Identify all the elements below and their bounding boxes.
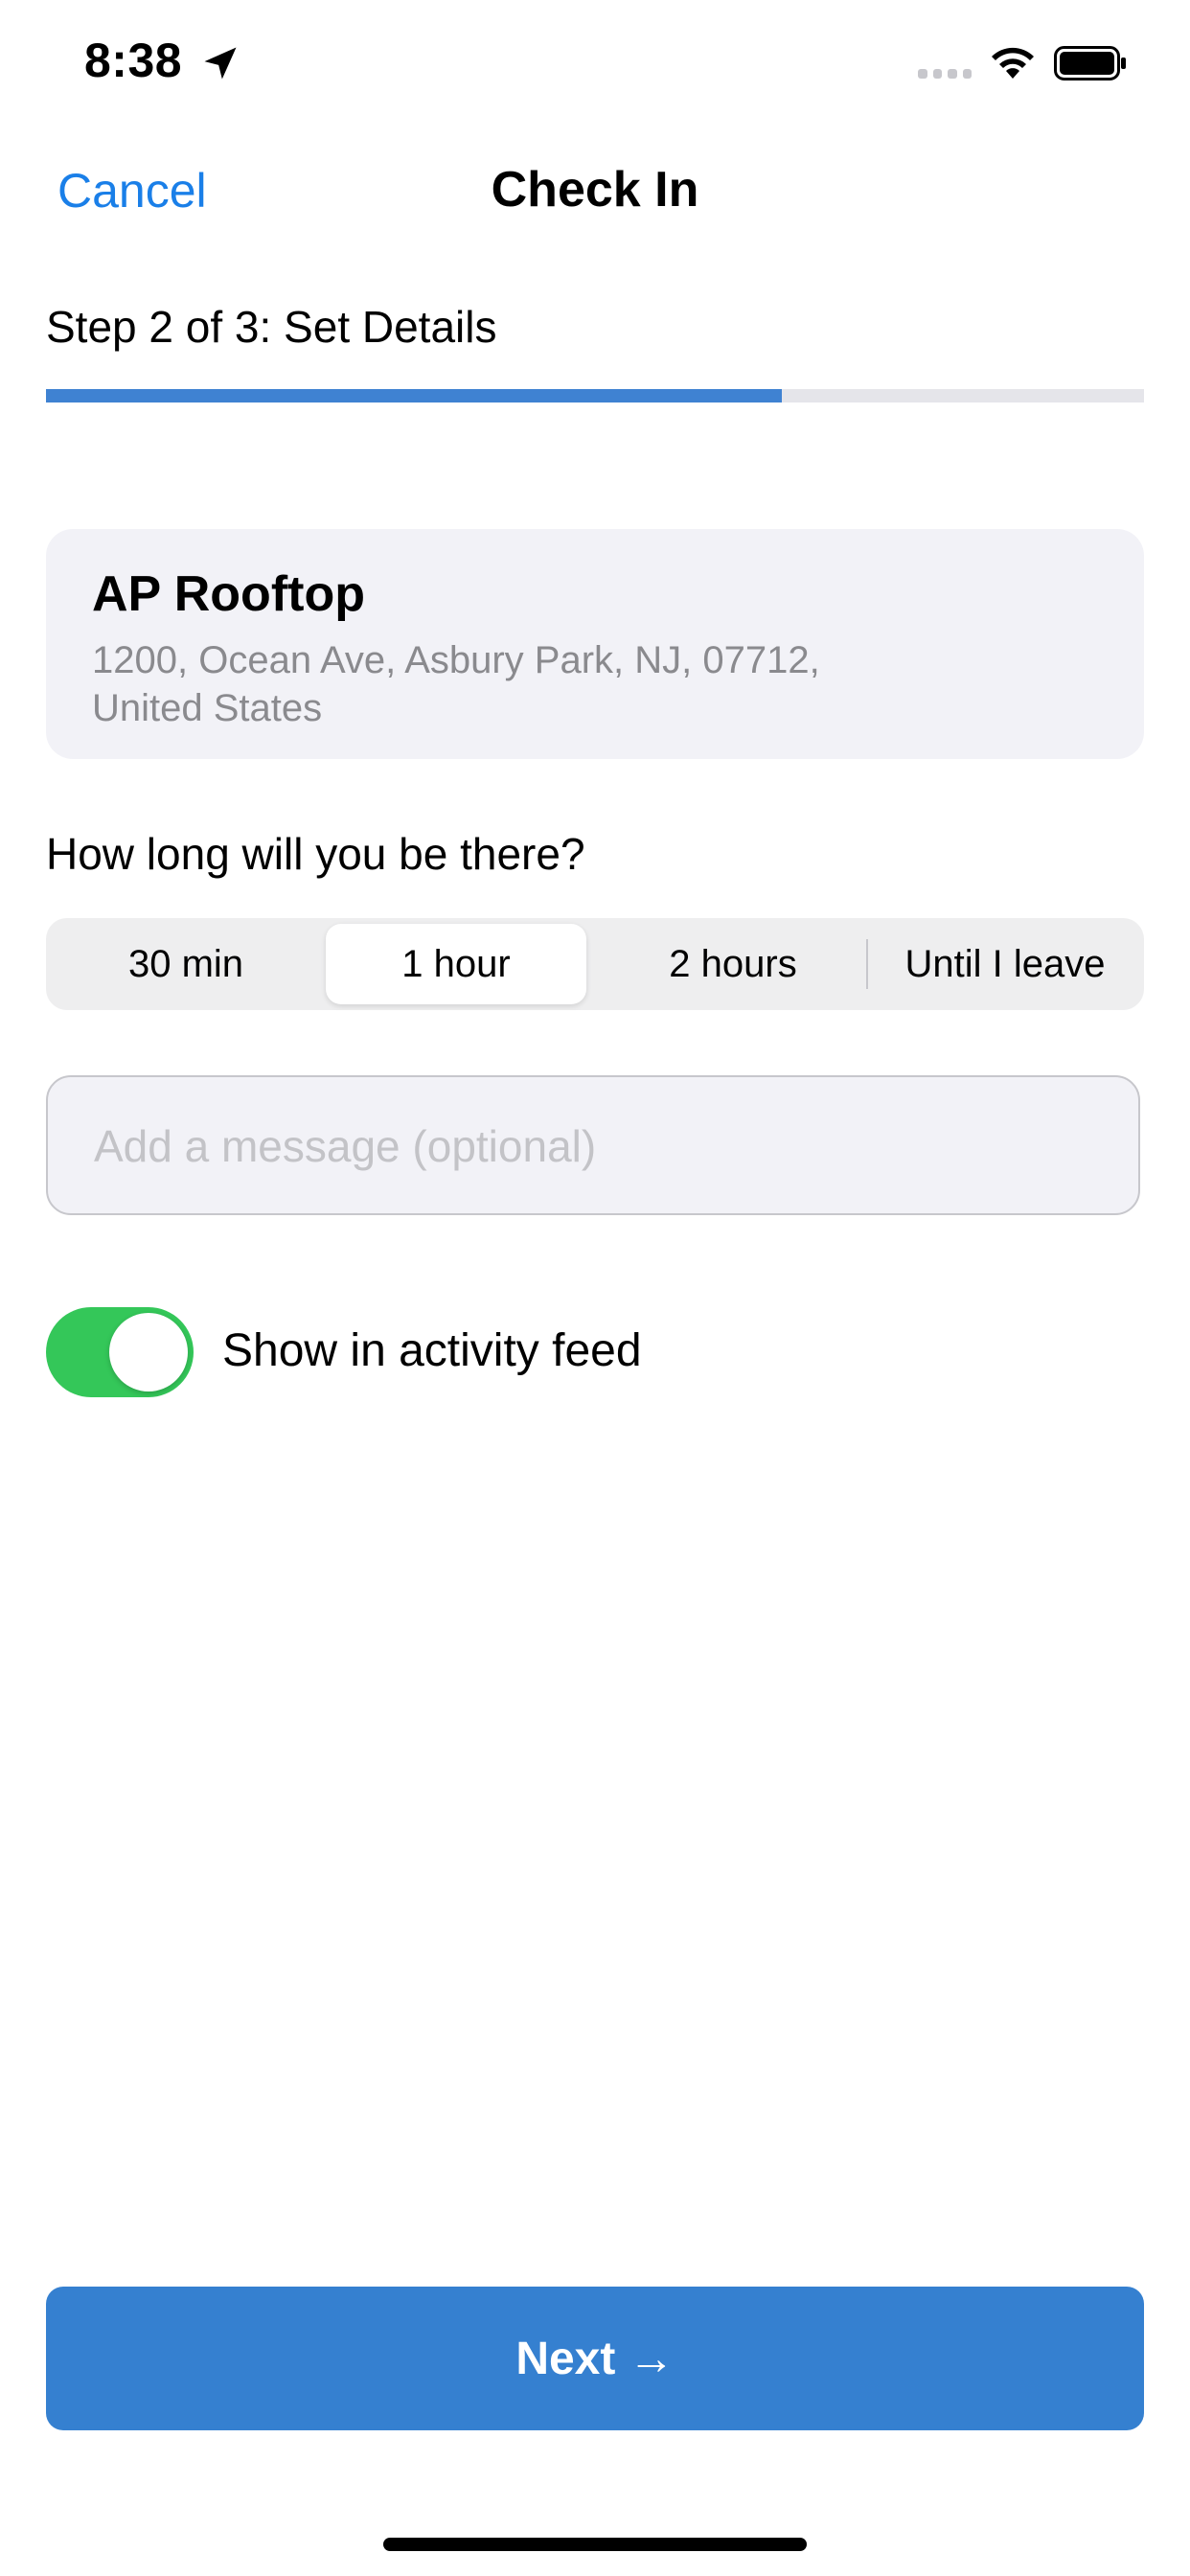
location-arrow-icon: [204, 47, 237, 80]
activity-feed-label: Show in activity feed: [222, 1325, 642, 1376]
step-progress-bar: [46, 389, 1144, 402]
battery-icon: [1054, 46, 1126, 80]
home-indicator: [383, 2538, 807, 2551]
location-address: 1200, Ocean Ave, Asbury Park, NJ, 07712,…: [92, 639, 820, 729]
wifi-icon: [992, 47, 1034, 79]
duration-option-2-hours[interactable]: 2 hours: [596, 924, 870, 1004]
page-title: Check In: [491, 162, 699, 218]
duration-option-until-i-leave[interactable]: Until I leave: [872, 924, 1138, 1004]
duration-segmented-control: 30 min 1 hour 2 hours Until I leave: [46, 918, 1144, 1010]
status-time: 8:38: [84, 34, 183, 87]
toggle-knob: [109, 1313, 188, 1392]
duration-option-1-hour[interactable]: 1 hour: [326, 924, 586, 1004]
message-field[interactable]: [46, 1075, 1140, 1215]
location-name: AP Rooftop: [92, 566, 365, 622]
step-label: Step 2 of 3: Set Details: [46, 302, 497, 352]
activity-feed-toggle[interactable]: [46, 1307, 194, 1397]
segment-divider: [866, 939, 868, 989]
next-button[interactable]: Next →: [46, 2287, 1144, 2430]
duration-option-30-min[interactable]: 30 min: [56, 924, 316, 1004]
duration-question: How long will you be there?: [46, 829, 585, 879]
message-input[interactable]: [92, 1077, 1092, 1215]
location-card: AP Rooftop 1200, Ocean Ave, Asbury Park,…: [46, 529, 1144, 759]
step-progress-fill: [46, 389, 782, 402]
cellular-signal-icon: [918, 69, 972, 80]
